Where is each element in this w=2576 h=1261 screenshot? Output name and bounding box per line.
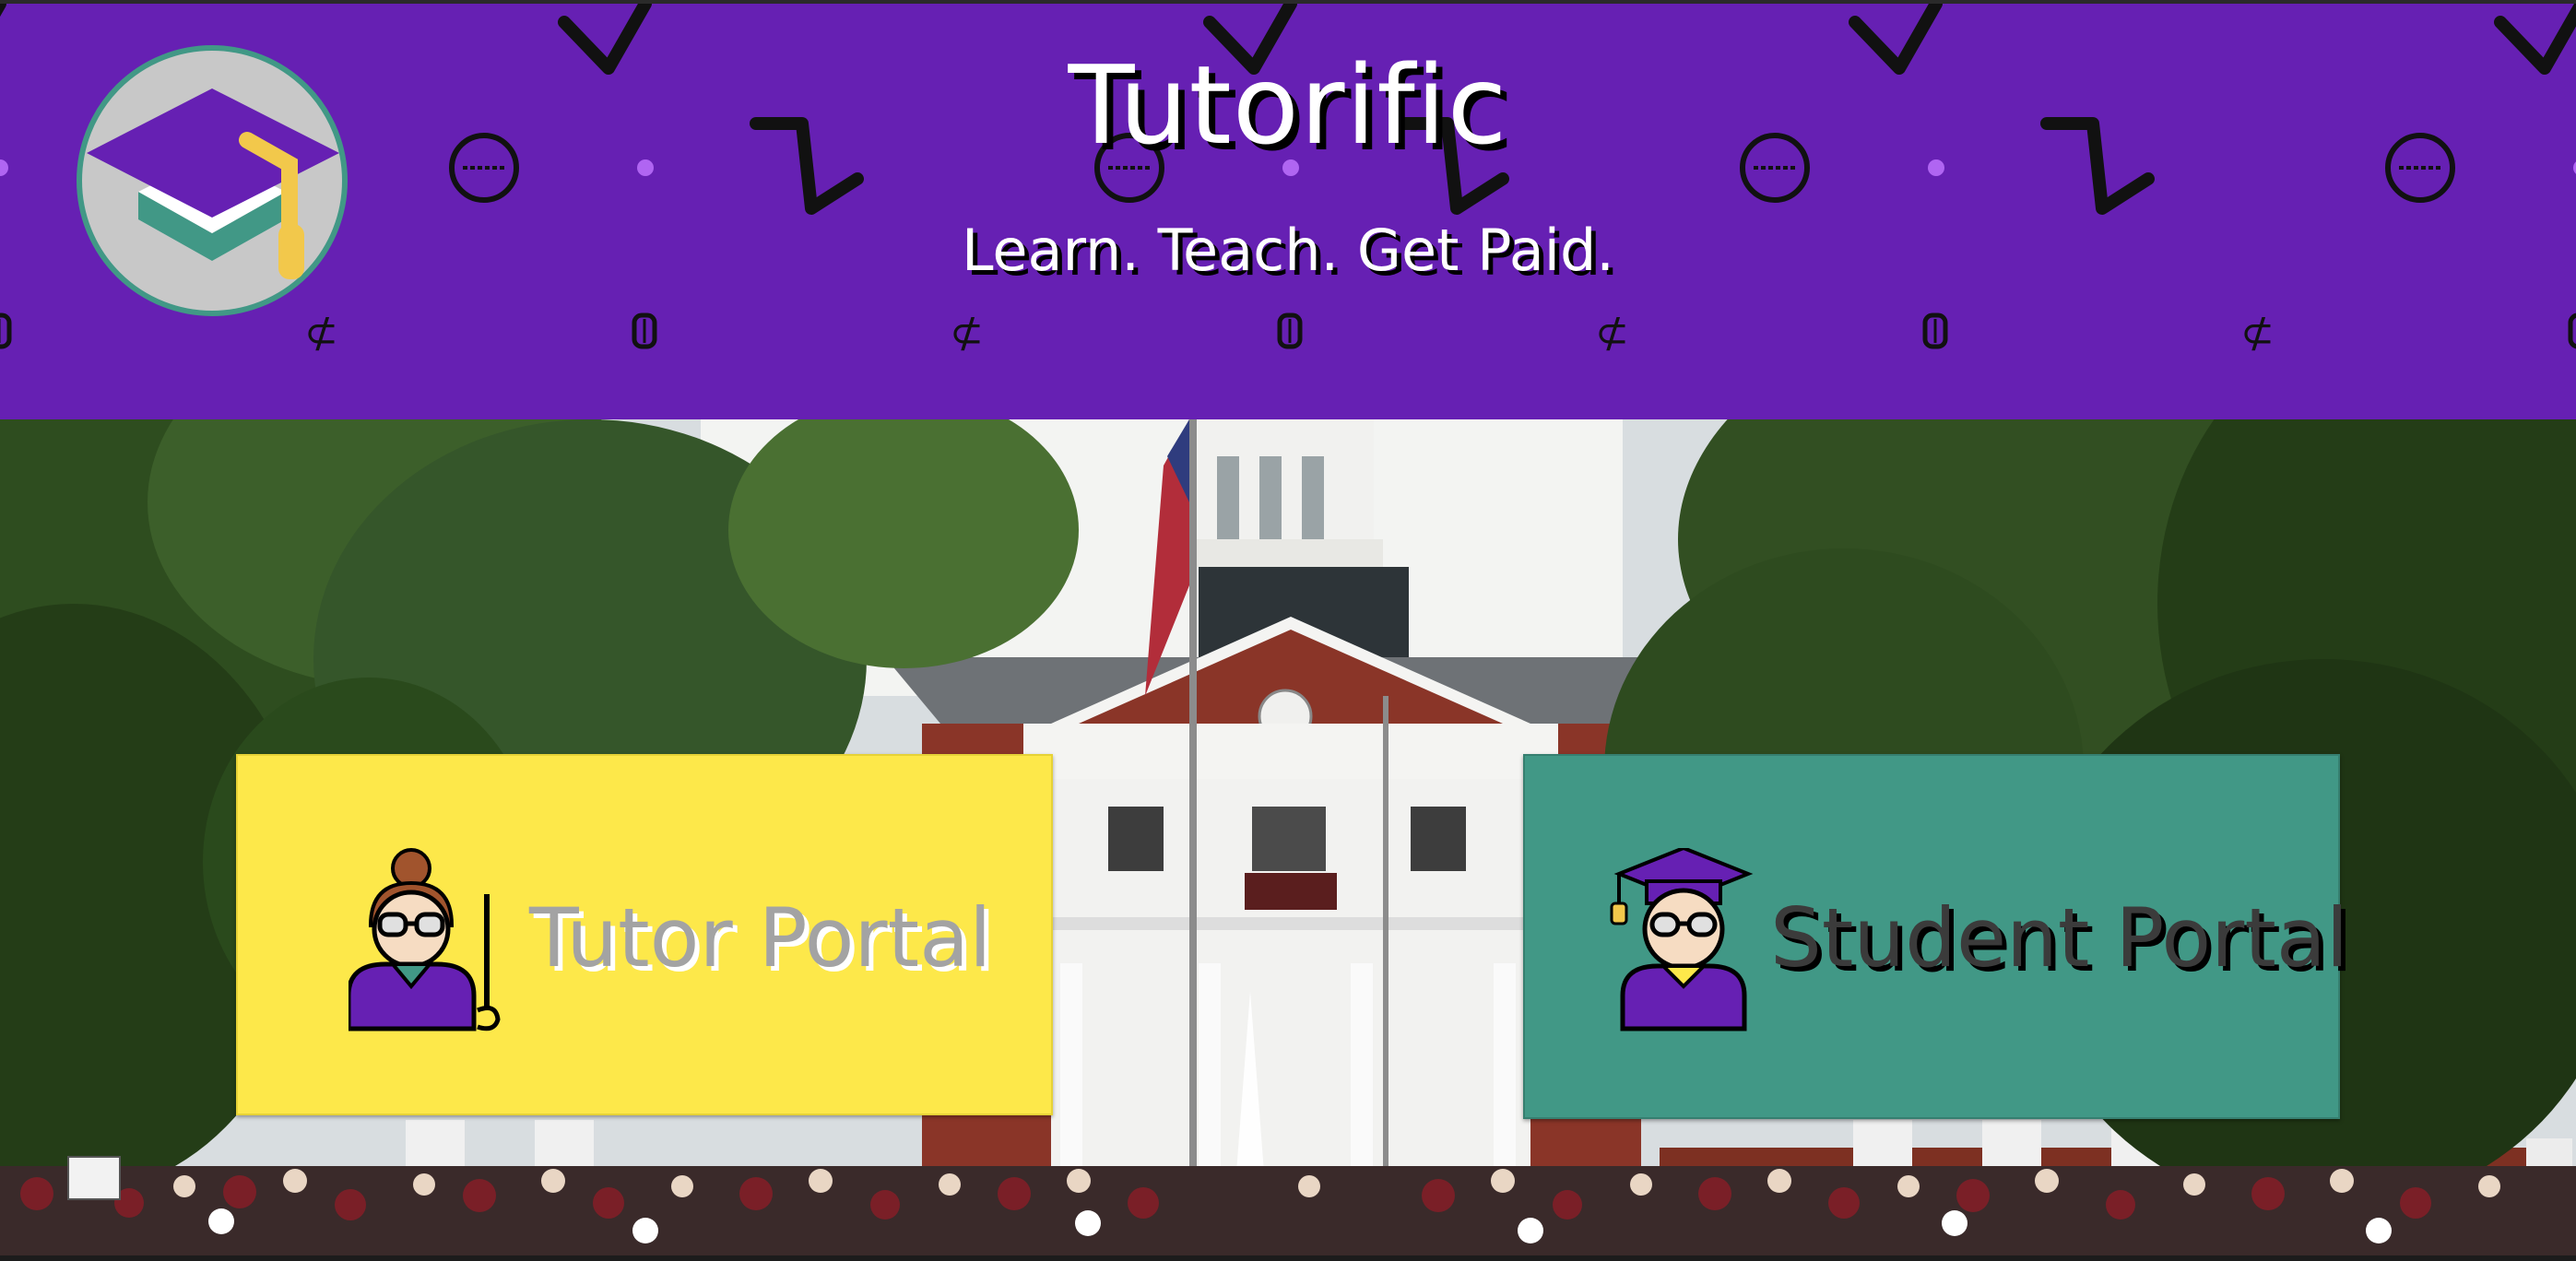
site-tagline: Learn. Teach. Get Paid.: [961, 217, 1615, 284]
page: ⊄ Tutorific Learn. Teach. Get Paid.: [0, 0, 2576, 1261]
site-title: Tutorific: [1068, 41, 1508, 169]
tutor-portal-label[interactable]: Tutor Portal: [529, 892, 992, 984]
student-portal-label[interactable]: Student Portal: [1770, 892, 2348, 984]
student-graduate-icon: [1610, 848, 1754, 1031]
student-portal-button[interactable]: Student Portal: [1523, 754, 2348, 1119]
tutor-teacher-icon: [349, 848, 501, 1031]
tutor-portal-button[interactable]: Tutor Portal: [236, 754, 1053, 1115]
bottom-edge: [0, 1255, 2576, 1261]
site-header: ⊄ Tutorific Learn. Teach. Get Paid.: [0, 0, 2576, 419]
